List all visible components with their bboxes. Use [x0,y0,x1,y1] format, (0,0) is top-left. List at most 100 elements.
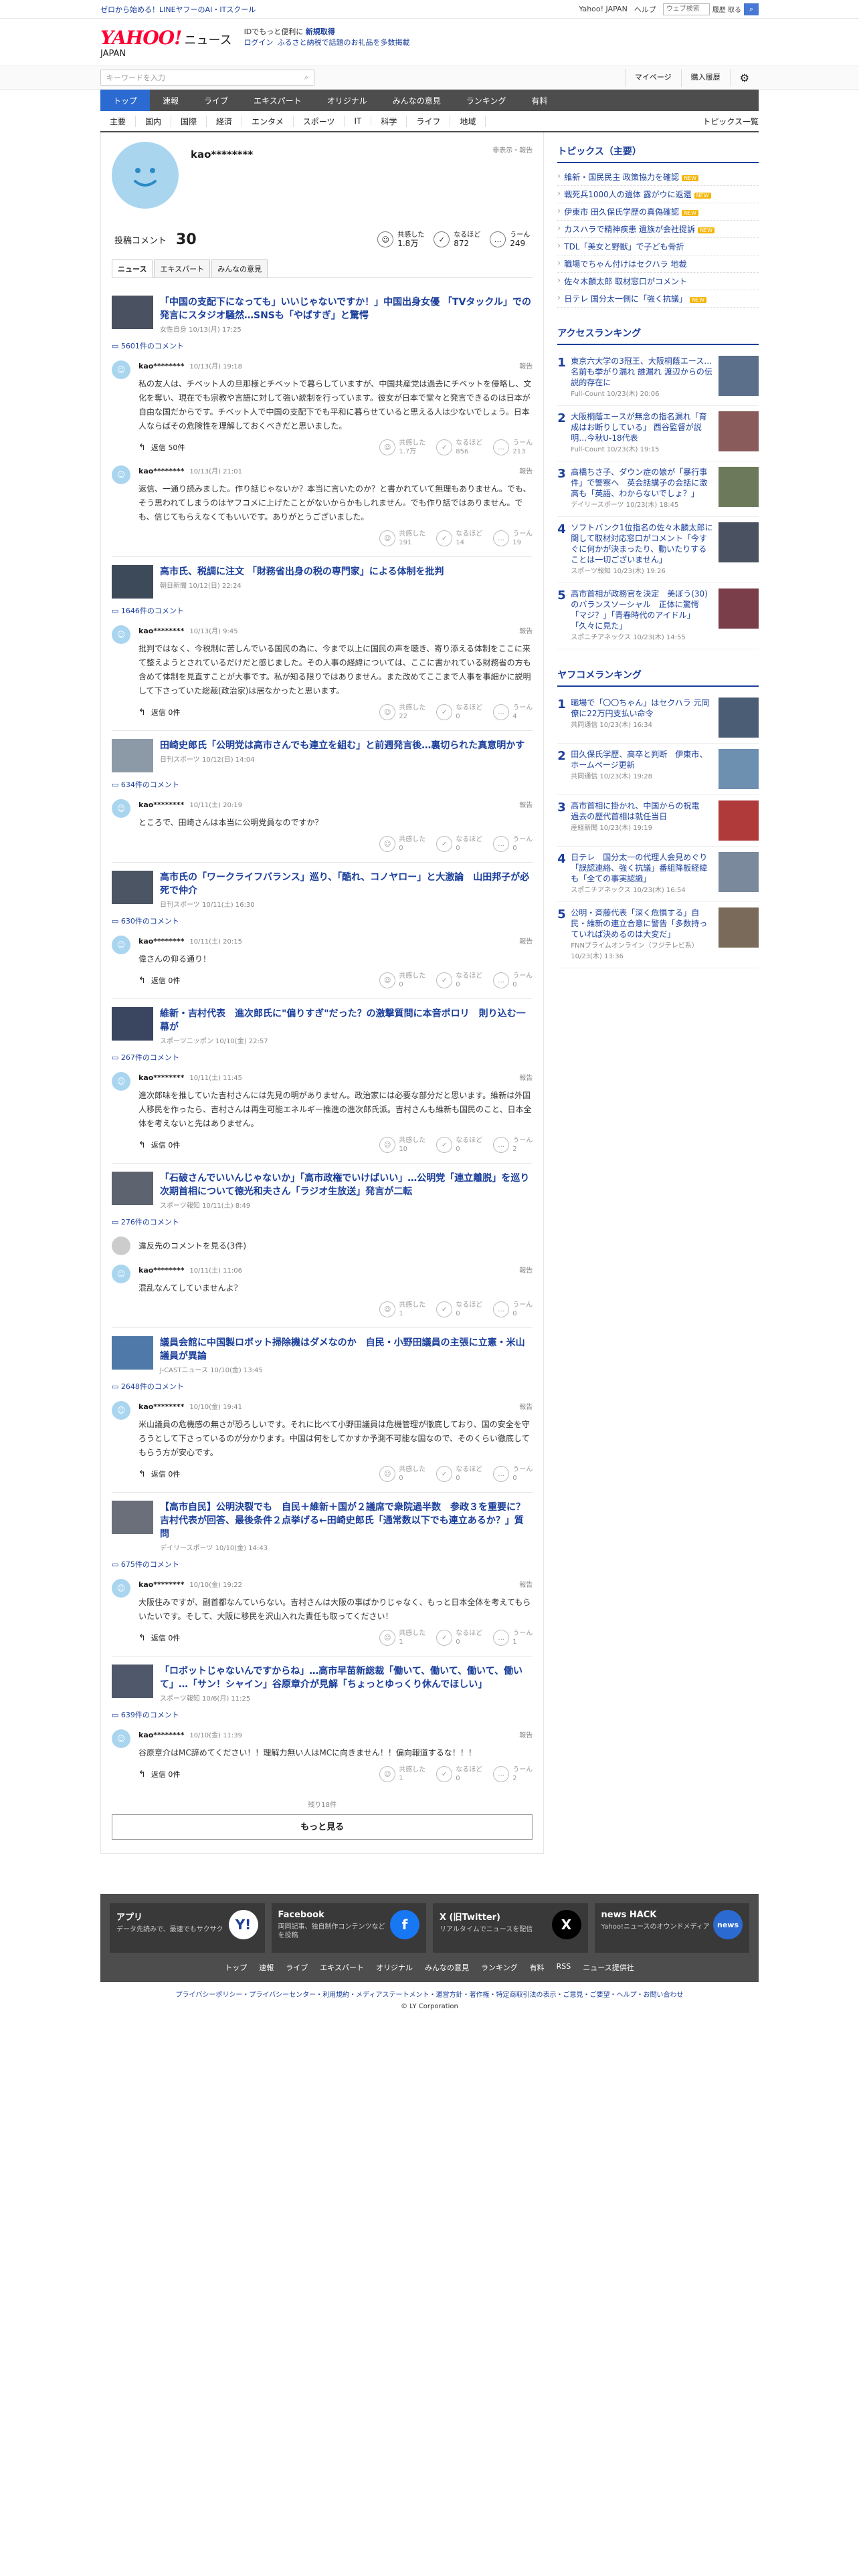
web-search-input[interactable] [662,3,710,15]
article-title-link[interactable]: 議員会館に中国製ロボット掃除機はダメなのか 自民・小野田議員の主張に立憲・米山議… [160,1336,533,1363]
footer-card-1[interactable]: Facebook 両同記事、独自制作コンテンツなどを投稿 f [271,1903,426,1953]
article-comments-link[interactable]: ▭ 630件のコメント [112,916,533,926]
topic-item[interactable]: 職場でちゃん付けはセクハラ 地裁 [557,255,759,273]
vote-insightful[interactable]: ✓ なるほど 0 [436,1629,482,1646]
tab-0[interactable]: ニュース [112,259,153,278]
vote-hmm[interactable]: … うーん 19 [493,530,533,547]
article-comments-link[interactable]: ▭ 1646件のコメント [112,605,533,616]
ranking-item[interactable]: 2 大阪桐蔭エースが無念の指名漏れ「育成はお断りしている」 西谷監督が説明…今秋U… [557,406,759,461]
tab-2[interactable]: みんなの意見 [211,259,268,278]
footer-links[interactable]: プライバシーポリシー・プライバシーセンター・利用規約・メディアステートメント・運… [0,1989,859,1999]
footer-card-2[interactable]: X (旧Twitter) リアルタイムでニュースを配信 X [433,1903,588,1953]
keyword-search-input[interactable]: キーワードを入力 ⌕ [100,70,314,86]
report-link[interactable]: 報告 [519,1072,533,1082]
vote-hmm[interactable]: … うーん 213 [493,439,533,456]
topic-item[interactable]: 佐々木麟太郎 取材窓口がコメント [557,273,759,290]
category-entertainment[interactable]: エンタメ [242,115,294,127]
category-main[interactable]: 主要 [100,115,136,127]
reply-button[interactable]: ↰ 返信 50件 [138,442,185,453]
comment-username[interactable]: kao******** [138,1731,184,1739]
article-title-link[interactable]: 「ロボットじゃないんですからね」…高市早苗新総裁「働いて、働いて、働いて、働いて… [160,1665,533,1691]
reply-button[interactable]: ↰ 返信 0件 [138,1140,180,1150]
vote-insightful[interactable]: ✓ なるほど 0 [436,1136,482,1154]
category-world[interactable]: 国際 [171,115,207,127]
article-thumbnail[interactable] [112,1665,153,1698]
vote-insightful[interactable]: ✓ なるほど 856 [436,439,482,456]
footer-card-0[interactable]: アプリ データ先読みで、最速でもサクサク Y! [110,1903,265,1953]
logo[interactable]: YAHOO! ニュース JAPAN [100,27,232,59]
topic-item[interactable]: 維新・国民民主 政策協力を確認NEW [557,169,759,186]
category-life[interactable]: ライフ [407,115,451,127]
nav-top[interactable]: トップ [100,90,151,111]
report-link[interactable]: 報告 [519,360,533,370]
ranking-item[interactable]: 3 高橋ちさ子、ダウン症の娘が「暴行事件」で警察へ 英会話講子の会話に激高も「英語… [557,461,759,517]
article-thumbnail[interactable] [112,1007,153,1041]
article-thumbnail[interactable] [112,1172,153,1205]
reply-button[interactable]: ↰ 返信 0件 [138,1769,180,1780]
reply-button[interactable]: ↰ 返信 0件 [138,707,180,718]
comment-username[interactable]: kao******** [138,1580,184,1589]
reply-button[interactable]: ↰ 返信 0件 [138,1632,180,1643]
report-link[interactable]: 報告 [519,799,533,809]
mypage-link[interactable]: マイページ [624,68,681,87]
vote-agree[interactable]: ☺ 共感した 1 [379,1301,425,1318]
signup-link[interactable]: 新規取得 [306,27,335,36]
footer-nav-item[interactable]: 速報 [259,1962,274,1973]
hide-report-link[interactable]: 非表示・報告 [492,144,533,154]
category-sports[interactable]: スポーツ [294,115,345,127]
report-link[interactable]: 報告 [519,936,533,946]
vote-agree[interactable]: ☺ 共感した 1 [379,1629,425,1646]
vote-insightful[interactable]: ✓ なるほど 14 [436,530,482,547]
comment-username[interactable]: kao******** [138,800,184,809]
reply-button[interactable]: ↰ 返信 0件 [138,975,180,986]
report-link[interactable]: 報告 [519,1579,533,1589]
footer-nav-item[interactable]: 有料 [530,1962,545,1973]
comment-username[interactable]: kao******** [138,1266,184,1275]
nav-original[interactable]: オリジナル [314,90,380,111]
report-link[interactable]: 報告 [519,1265,533,1275]
article-comments-link[interactable]: ▭ 5601件のコメント [112,340,533,351]
footer-nav-item[interactable]: オリジナル [376,1962,413,1973]
topic-item[interactable]: 日テレ 国分太一側に「強く抗議」NEW [557,290,759,308]
category-science[interactable]: 科学 [371,115,407,127]
vote-agree[interactable]: ☺ 共感した 22 [379,704,425,721]
ranking-item[interactable]: 4 ソフトバンク1位指名の佐々木麟太郎に関して取材対応窓口がコメント「今すぐに何か… [557,517,759,583]
article-title-link[interactable]: 田崎史郎氏「公明党は高市さんでも連立を組む」と前週発言後…裏切られた真意明かす [160,739,524,752]
article-title-link[interactable]: 「石破さんでいいんじゃないか」「高市政権でいけばいい」…公明党「連立離脱」を巡り… [160,1172,533,1198]
article-comments-link[interactable]: ▭ 639件のコメント [112,1709,533,1720]
footer-card-3[interactable]: news HACK Yahoo!ニュースのオウンドメディア news [594,1903,749,1953]
vote-insightful[interactable]: ✓ なるほど 0 [436,1301,482,1318]
vote-insightful[interactable]: ✓ なるほど 0 [436,1465,482,1483]
footer-nav-item[interactable]: トップ [225,1962,247,1973]
vote-agree[interactable]: ☺ 共感した 0 [379,972,425,989]
footer-nav-item[interactable]: RSS [557,1962,571,1973]
article-title-link[interactable]: 【高市自民】公明決裂でも 自民＋維新＋国が２議席で衆院過半数 参政３を重要に？ … [160,1501,535,1541]
ranking-item[interactable]: 1 東京六大学の3冠王、大阪桐蔭エース…名前も挙がり漏れ 誰漏れ 渡辺からの伝説的… [557,350,759,406]
vote-hmm[interactable]: … うーん 4 [493,704,533,721]
article-thumbnail[interactable] [112,1336,153,1370]
report-link[interactable]: 報告 [519,1401,533,1411]
purchase-history-link[interactable]: 購入履歴 [680,68,730,87]
comment-username[interactable]: kao******** [138,627,184,635]
hidden-comment-note[interactable]: 違反先のコメントを見る(3件) [112,1237,533,1255]
furusato-link[interactable]: ふるさと納税で話題のお礼品を多数掲載 [278,38,410,47]
footer-nav-item[interactable]: エキスパート [320,1962,364,1973]
ranking-item[interactable]: 2 田久保氏学歴、高卒と判断 伊東市、ホームページ更新 共同通信 10/23(木) … [557,744,759,795]
show-more-button[interactable]: もっと見る [112,1814,533,1840]
nav-breaking[interactable]: 速報 [150,90,191,111]
article-title-link[interactable]: 高市氏の「ワークライフバランス」巡り、「酷れ、コノヤロー」と大激論 山田邦子が必… [160,871,533,897]
report-link[interactable]: 報告 [519,1729,533,1739]
vote-insightful[interactable]: ✓ なるほど 0 [436,972,482,989]
article-comments-link[interactable]: ▭ 267件のコメント [112,1052,533,1063]
article-thumbnail[interactable] [112,871,153,904]
vote-agree[interactable]: ☺ 共感した 1.7万 [379,439,425,456]
article-comments-link[interactable]: ▭ 675件のコメント [112,1559,533,1570]
topic-item[interactable]: カスハラで精神疾患 遺族が会社提訴NEW [557,221,759,238]
yahoo-japan-link[interactable]: Yahoo! JAPAN [579,5,628,13]
comment-username[interactable]: kao******** [138,362,184,370]
report-link[interactable]: 報告 [519,465,533,475]
vote-agree[interactable]: ☺ 共感した 0 [379,835,425,853]
article-thumbnail[interactable] [112,1501,153,1534]
vote-insightful[interactable]: ✓ なるほど 0 [436,1765,482,1783]
topic-item[interactable]: TDL「美女と野獣」で子ども骨折 [557,238,759,255]
